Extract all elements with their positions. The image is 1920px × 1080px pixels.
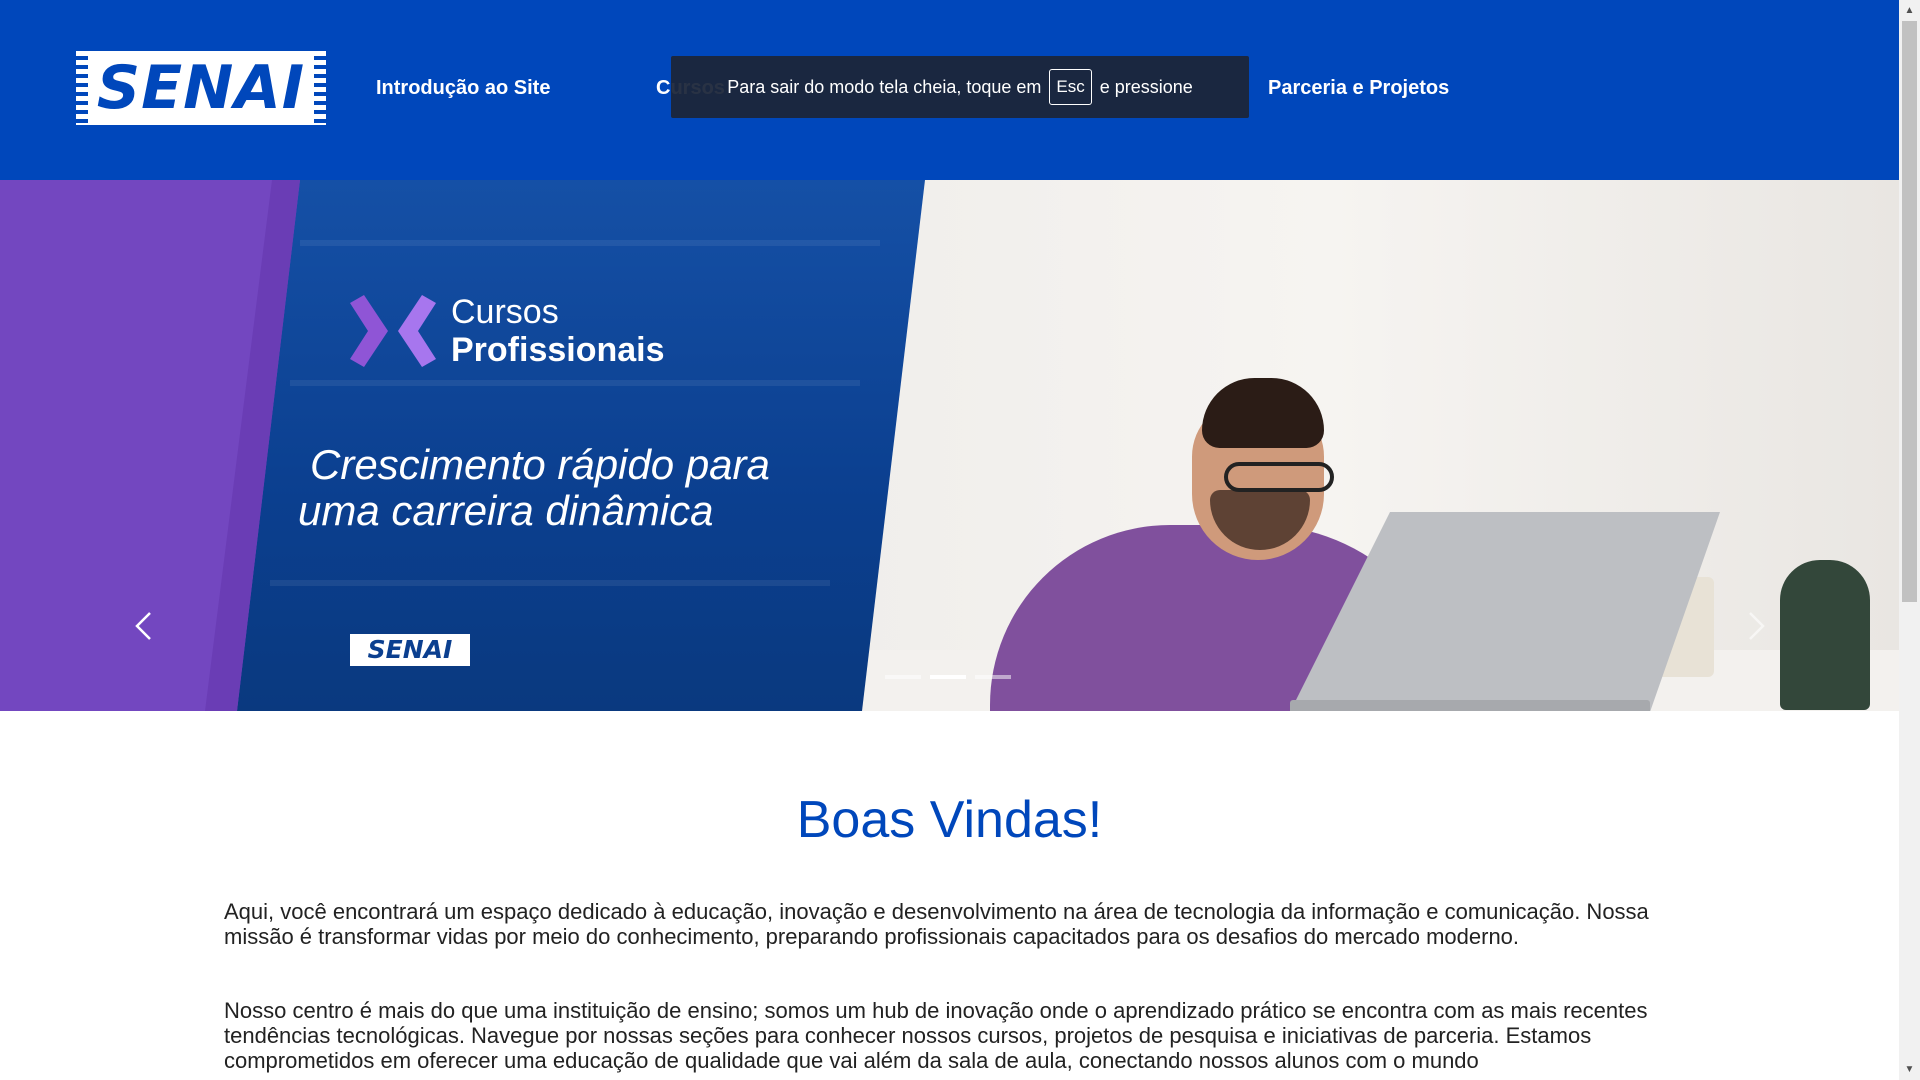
center-paragraph: Nosso centro é mais do que uma instituiç… bbox=[224, 998, 1648, 1073]
cursos-brand-icon bbox=[350, 295, 436, 367]
chevron-right-icon[interactable] bbox=[1740, 611, 1770, 641]
toast-text-before: Para sair do modo tela cheia, toque em bbox=[727, 76, 1042, 97]
person-glasses bbox=[1224, 462, 1334, 492]
scroll-down-arrow-icon[interactable]: ▼ bbox=[1899, 1059, 1920, 1080]
senai-logo[interactable]: SENAI bbox=[76, 51, 326, 125]
intro-paragraph: Aqui, você encontrará um espaço dedicado… bbox=[224, 899, 1649, 949]
slide-headline-line1: Crescimento rápido para bbox=[310, 441, 770, 488]
toast-text-after: e pressione bbox=[1099, 76, 1193, 97]
fullscreen-exit-toast: Para sair do modo tela cheia, toque em E… bbox=[671, 56, 1249, 118]
logo-text: SENAI bbox=[96, 53, 306, 123]
carousel-indicators bbox=[885, 675, 1011, 679]
carousel-indicator-1[interactable] bbox=[885, 675, 921, 679]
slide-senai-logo: SENAI bbox=[350, 634, 470, 666]
esc-key-badge: Esc bbox=[1049, 69, 1092, 105]
scroll-up-arrow-icon[interactable]: ▲ bbox=[1899, 0, 1920, 21]
nav-introducao[interactable]: Introdução ao Site bbox=[376, 77, 550, 100]
shelf-line bbox=[290, 380, 860, 386]
page-scrollbar[interactable]: ▲ ▼ bbox=[1899, 0, 1920, 1080]
carousel-indicator-3[interactable] bbox=[975, 675, 1011, 679]
site-header: SENAI Introdução ao Site Cursos Parceria… bbox=[0, 0, 1899, 180]
slide-title-line2: Profissionais bbox=[451, 331, 665, 369]
page: SENAI Introdução ao Site Cursos Parceria… bbox=[0, 0, 1899, 1080]
slide-headline: Crescimento rápido para uma carreira din… bbox=[298, 441, 770, 534]
plant bbox=[1780, 560, 1870, 710]
shelf-line bbox=[270, 580, 830, 586]
chevron-left-icon[interactable] bbox=[130, 611, 160, 641]
scrollbar-thumb[interactable] bbox=[1902, 21, 1917, 602]
nav-parceria-projetos[interactable]: Parceria e Projetos bbox=[1268, 77, 1449, 100]
welcome-heading: Boas Vindas! bbox=[796, 791, 1103, 849]
shelf-line bbox=[300, 240, 880, 246]
laptop-base bbox=[1290, 700, 1650, 711]
slide-headline-line2: uma carreira dinâmica bbox=[298, 487, 714, 534]
slide-title-line1: Cursos bbox=[451, 293, 559, 331]
carousel-indicator-2[interactable] bbox=[930, 675, 966, 679]
hero-carousel[interactable]: Cursos Profissionais Crescimento rápido … bbox=[0, 180, 1899, 711]
